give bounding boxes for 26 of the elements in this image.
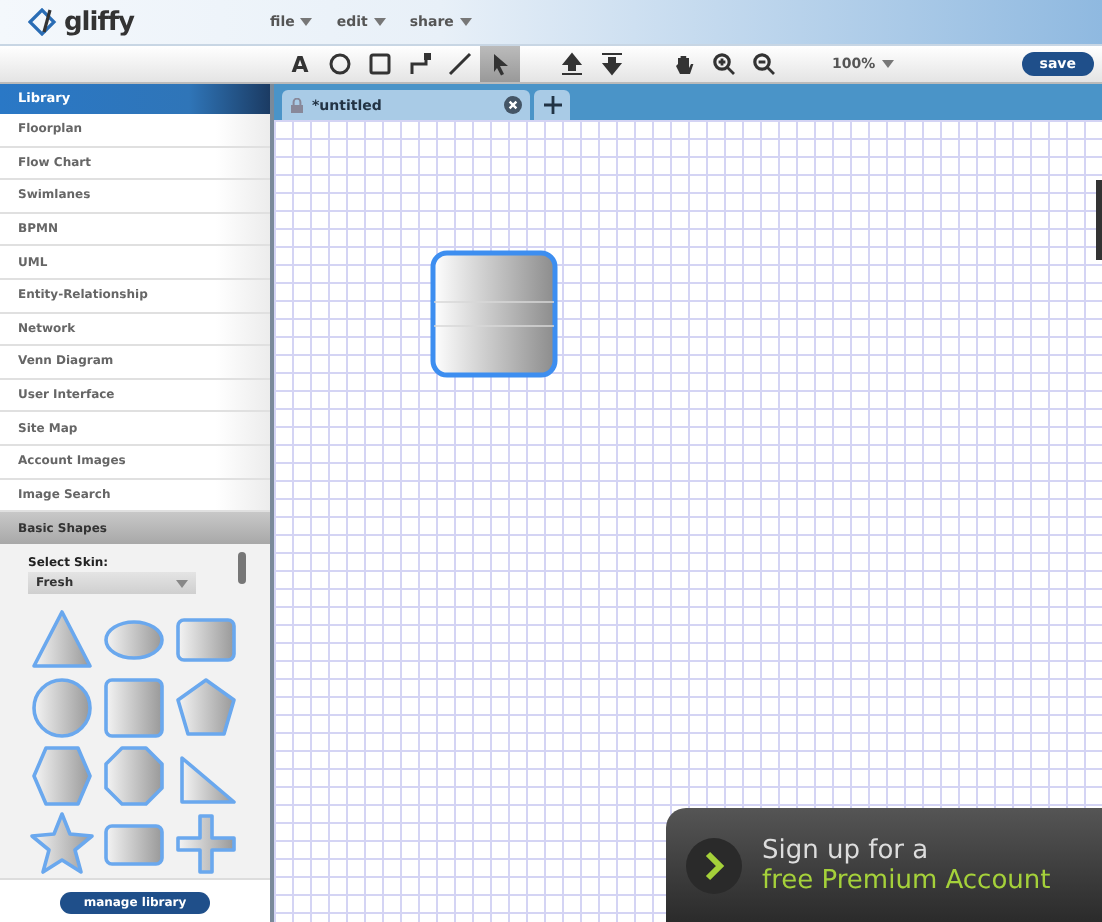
shape-icon[interactable] bbox=[100, 674, 168, 743]
new-tab-button[interactable] bbox=[534, 90, 570, 120]
caret-icon bbox=[176, 579, 188, 588]
logo-icon bbox=[28, 8, 60, 36]
shape-icon[interactable] bbox=[28, 810, 96, 879]
logo-text: gliffy bbox=[64, 7, 135, 37]
plus-icon bbox=[543, 96, 561, 114]
pointer-icon[interactable] bbox=[480, 46, 520, 82]
promo-link[interactable]: free Premium Account bbox=[762, 866, 1051, 896]
text-tool[interactable]: A bbox=[280, 46, 320, 82]
lock-icon bbox=[290, 97, 304, 113]
promo-text: Sign up for a bbox=[762, 836, 931, 866]
shape-icon[interactable] bbox=[28, 674, 96, 743]
rounded-square-shape[interactable] bbox=[430, 250, 558, 378]
caret-icon bbox=[373, 18, 386, 26]
promo-banner[interactable]: Sign up for a free Premium Account bbox=[666, 808, 1102, 922]
caret-icon bbox=[300, 18, 313, 26]
caret-icon bbox=[881, 60, 894, 68]
scrollbar-thumb[interactable] bbox=[1096, 180, 1102, 260]
chevron-icon bbox=[686, 838, 742, 894]
caret-icon bbox=[459, 18, 472, 26]
close-icon[interactable] bbox=[504, 96, 522, 114]
scrollbar-thumb[interactable] bbox=[238, 552, 246, 585]
shape-icon[interactable] bbox=[28, 742, 96, 811]
shape-icon[interactable] bbox=[172, 810, 240, 879]
shape-icon[interactable] bbox=[100, 742, 168, 811]
